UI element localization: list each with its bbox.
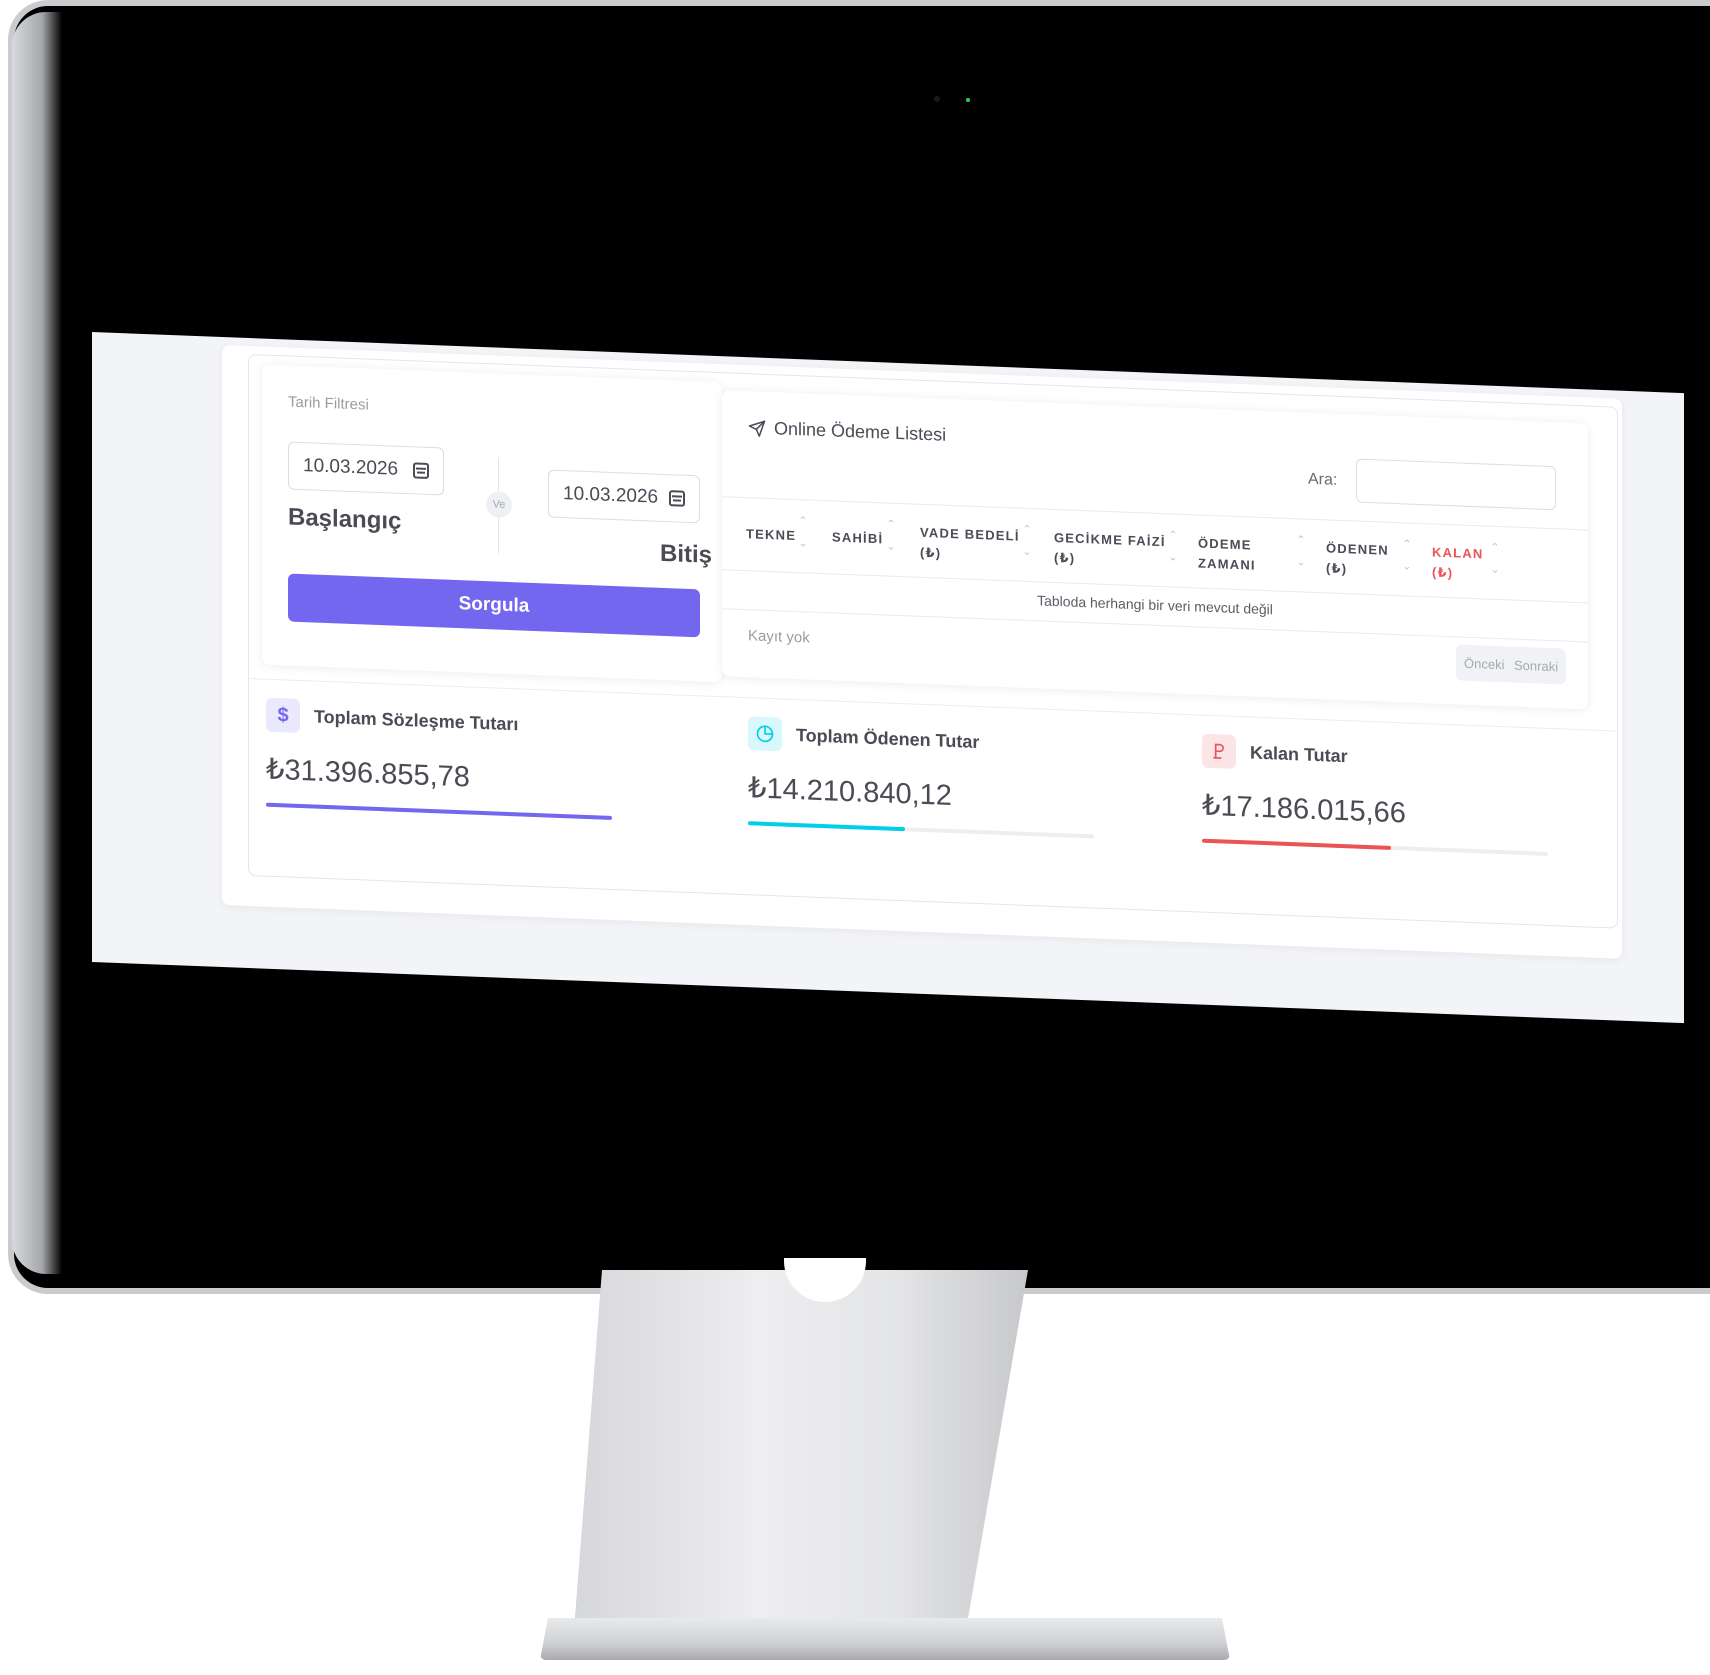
lira-icon	[1202, 733, 1236, 769]
stat-header: Toplam Ödenen Tutar	[748, 716, 1148, 765]
stat-value: ₺17.186.015,66	[1202, 789, 1406, 830]
stat-label: Toplam Ödenen Tutar	[796, 724, 980, 752]
stat-remaining: Kalan Tutar ₺17.186.015,66	[1202, 733, 1602, 858]
column-label: ÖDEME	[1198, 535, 1252, 553]
end-date-value: 10.03.2026	[563, 483, 659, 508]
date-filter-card: Tarih Filtresi 10.03.2026 Ve 10.03.2026 …	[262, 364, 722, 683]
column-label: TEKNE	[746, 526, 797, 544]
sort-icon[interactable]: ⌃ ⌄	[1402, 533, 1412, 577]
column-header-vade-bedeli[interactable]: VADE BEDELİ (₺)	[920, 523, 1020, 567]
stat-total-paid: Toplam Ödenen Tutar ₺14.210.840,12	[748, 716, 1148, 840]
payment-list-card: Online Ödeme Listesi Ara: TEKNE ⌃ ⌄ SAHİB…	[722, 390, 1588, 710]
column-unit: (₺)	[1326, 560, 1348, 577]
sort-icon[interactable]: ⌃ ⌄	[1022, 519, 1032, 563]
monitor-stand	[574, 1270, 1028, 1630]
stat-progress-track	[748, 821, 1094, 839]
column-unit: (₺)	[1432, 564, 1454, 581]
dollar-icon: $	[266, 697, 300, 733]
stat-header: $ Toplam Sözleşme Tutarı	[266, 697, 666, 747]
stat-value: ₺14.210.840,12	[748, 772, 952, 813]
payment-list-title: Online Ödeme Listesi	[774, 418, 947, 445]
stat-label: Toplam Sözleşme Tutarı	[314, 706, 519, 734]
column-label: SAHİBİ	[832, 529, 884, 547]
separator-badge: Ve	[486, 491, 512, 519]
column-unit: (₺)	[920, 544, 942, 561]
stat-header: Kalan Tutar	[1202, 733, 1602, 783]
sort-icon[interactable]: ⌃ ⌄	[1490, 537, 1500, 581]
camera-lens	[934, 96, 940, 102]
end-date-label: Bitiş	[660, 539, 713, 569]
column-label: ÖDENEN	[1326, 540, 1389, 558]
filter-title: Tarih Filtresi	[288, 393, 369, 414]
next-page-button[interactable]: Sonraki	[1506, 646, 1567, 685]
column-header-kalan[interactable]: KALAN (₺)	[1432, 542, 1484, 584]
column-label: KALAN	[1432, 544, 1484, 562]
stat-value: ₺31.396.855,78	[266, 753, 470, 794]
sort-icon[interactable]: ⌃ ⌄	[798, 510, 808, 554]
previous-page-button[interactable]: Önceki	[1456, 644, 1513, 683]
start-date-label: Başlangıç	[288, 503, 402, 535]
start-date-input[interactable]: 10.03.2026	[288, 441, 444, 496]
monitor-stand-base	[540, 1618, 1230, 1660]
payment-list-header: Online Ödeme Listesi	[748, 417, 946, 446]
end-date-input[interactable]: 10.03.2026	[548, 469, 700, 524]
screen: Tarih Filtresi 10.03.2026 Ve 10.03.2026 …	[92, 332, 1684, 1024]
sort-icon[interactable]: ⌃ ⌄	[886, 514, 896, 558]
table-info: Kayıt yok	[748, 627, 810, 647]
sort-icon[interactable]: ⌃ ⌄	[1296, 529, 1306, 573]
stat-total-contract: $ Toplam Sözleşme Tutarı ₺31.396.855,78	[266, 697, 666, 822]
dashboard-panel: Tarih Filtresi 10.03.2026 Ve 10.03.2026 …	[222, 344, 1622, 959]
monitor-bezel-edge	[12, 12, 62, 1274]
pie-chart-icon	[748, 716, 782, 752]
search-input[interactable]	[1356, 458, 1556, 511]
sort-icon[interactable]: ⌃ ⌄	[1168, 524, 1178, 568]
calendar-icon[interactable]	[669, 490, 685, 507]
search-label: Ara:	[1308, 470, 1338, 489]
column-header-odeme-zamani[interactable]: ÖDEME ZAMANI	[1198, 533, 1256, 575]
start-date-value: 10.03.2026	[303, 455, 399, 480]
camera-indicator	[966, 98, 970, 102]
send-icon	[748, 420, 766, 437]
column-header-gecikme-faizi[interactable]: GECİKME FAİZİ (₺)	[1054, 528, 1166, 572]
calendar-icon[interactable]	[413, 462, 429, 479]
column-header-tekne[interactable]: TEKNE	[746, 524, 796, 546]
stage: Tarih Filtresi 10.03.2026 Ve 10.03.2026 …	[0, 0, 1710, 1675]
stat-progress-bar	[266, 802, 612, 820]
column-header-sahibi[interactable]: SAHİBİ	[832, 527, 883, 549]
query-button[interactable]: Sorgula	[288, 573, 700, 638]
column-label-line2: ZAMANI	[1198, 555, 1256, 573]
stat-progress-bar	[1202, 838, 1392, 850]
stat-label: Kalan Tutar	[1250, 741, 1348, 766]
stat-progress-bar	[748, 821, 905, 832]
stat-progress-track	[1202, 838, 1548, 856]
column-header-odenen[interactable]: ÖDENEN (₺)	[1326, 538, 1389, 580]
stat-progress-track	[266, 802, 612, 820]
